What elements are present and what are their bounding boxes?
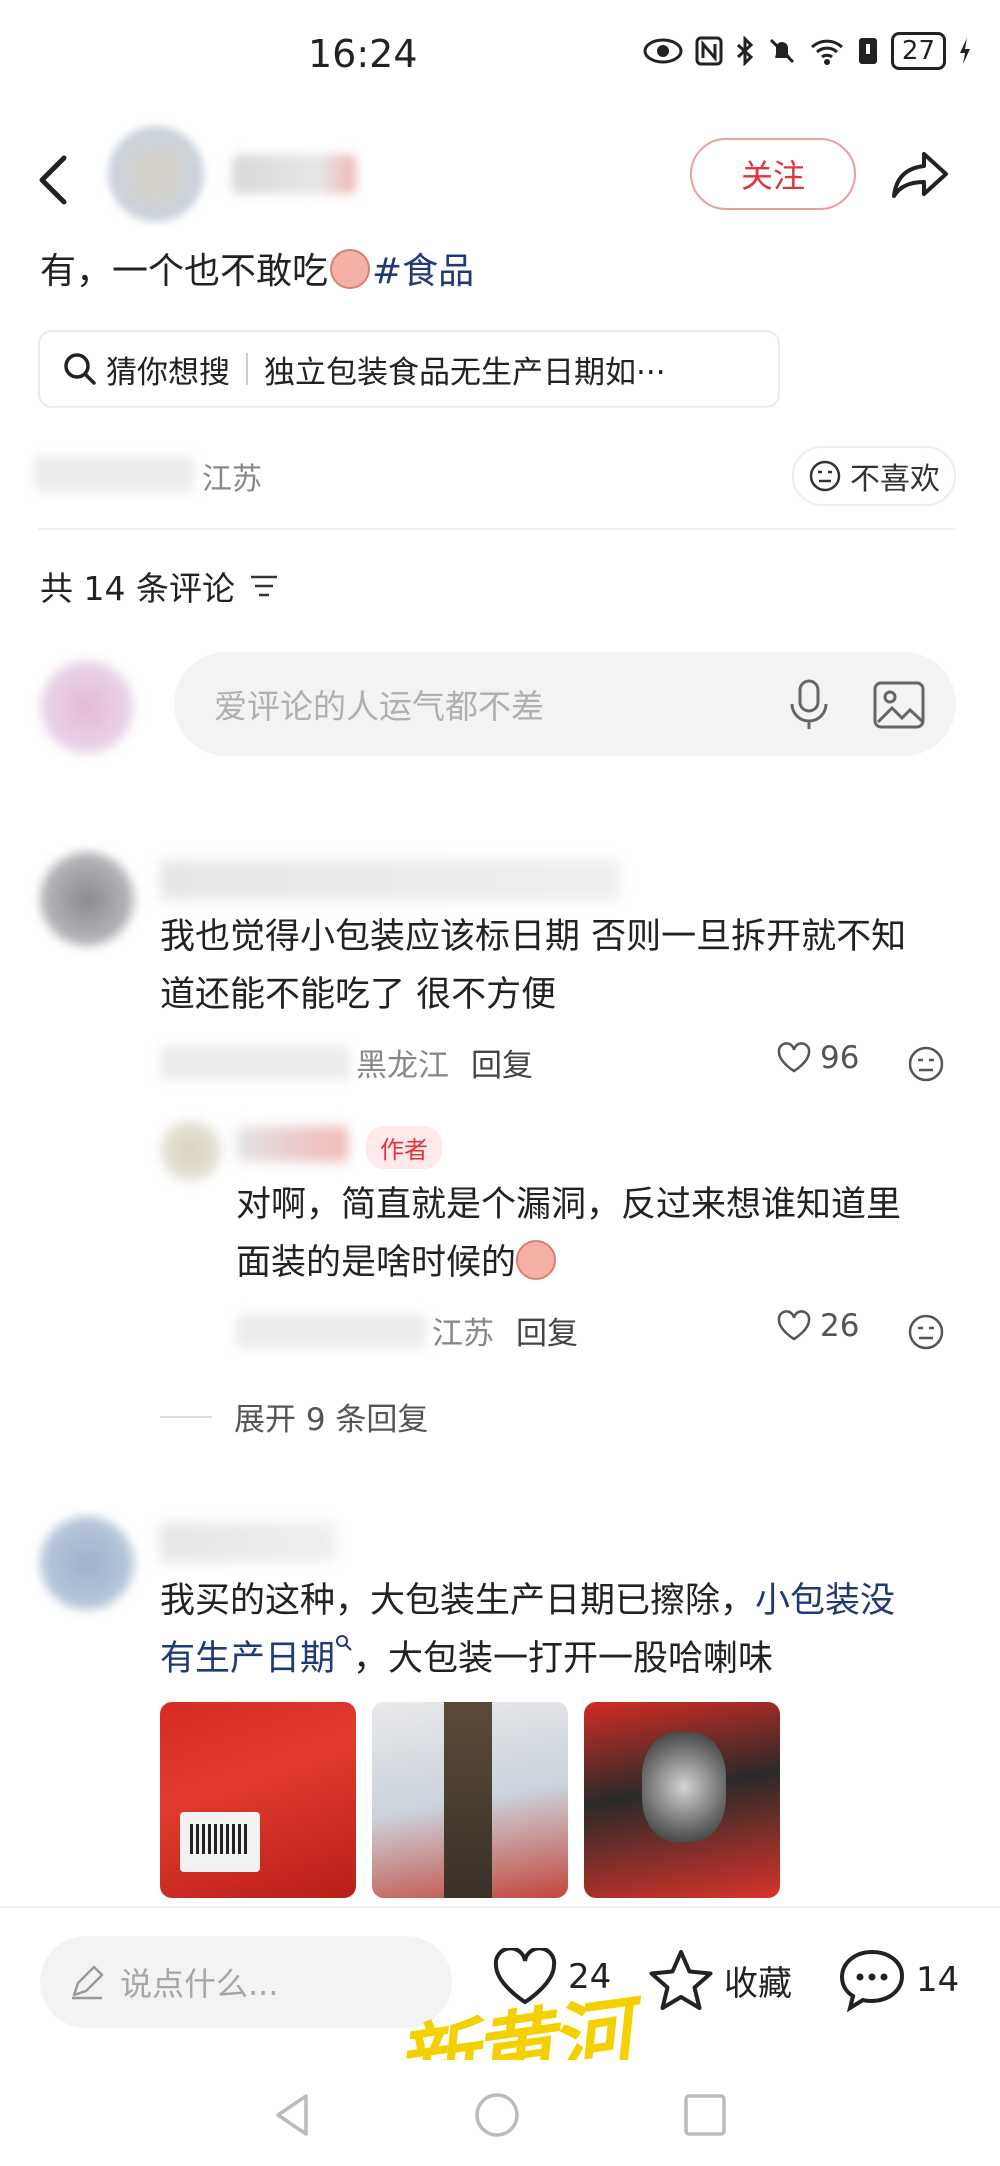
comment-text-segment: 我买的这种，大包装生产日期已擦除， [160,1581,756,1621]
author-reply-avatar[interactable] [160,1120,222,1182]
divider [246,353,248,385]
star-icon [649,1950,713,2010]
dislike-label: 不喜欢 [850,462,940,497]
reply-text: 对啊，简直就是个漏洞，反过来想谁知道里 面装的是啥时候的 [236,1176,901,1292]
system-home-icon[interactable] [472,2090,522,2140]
wifi-icon [810,39,843,65]
system-navigation-bar [0,2060,1000,2166]
status-bar: 16:24 27 [0,0,1000,110]
collect-button[interactable]: 收藏 [648,1948,792,2012]
post-text: 有，一个也不敢吃 [40,251,329,292]
face-emoji-icon [330,249,371,289]
reply-text-line: 对啊，简直就是个漏洞，反过来想谁知道里 [236,1185,902,1225]
bluetooth-icon [736,36,754,66]
comment-text: 我也觉得小包装应该标日期 否则一旦拆开就不知 道还能不能吃了 很不方便 [160,908,906,1024]
comment-dislike-icon[interactable] [906,1044,946,1084]
comments-header[interactable]: 共 14 条评论 [40,562,279,610]
microphone-icon[interactable] [784,678,834,732]
heart-icon [777,1042,811,1073]
search-suggestion[interactable]: 猜你想搜 独立包装食品无生产日期如··· [38,330,780,408]
reply-button[interactable]: 回复 [516,1308,578,1353]
sim-icon [858,38,877,64]
reply-text-segment: 面装的是啥时候的 [236,1243,517,1283]
heart-icon [777,1310,811,1341]
comment-input-placeholder: 爱评论的人运气都不差 [214,687,544,726]
search-icon [64,353,96,385]
comment-text: 我买的这种，大包装生产日期已擦除，小包装没 有生产日期 ，大包装一打开一股哈喇味 [160,1572,895,1688]
system-back-icon[interactable] [268,2090,318,2140]
collect-label: 收藏 [724,1963,792,2004]
sort-icon[interactable] [249,573,279,599]
search-hint-label: 猜你想搜 [106,354,230,391]
comment-text-line: 我买的这种，大包装生产日期已擦除，小包装没 [160,1572,895,1630]
comment-photo[interactable] [160,1702,356,1898]
share-icon[interactable] [888,142,954,208]
reply-meta: 江苏 回复 [236,1308,578,1353]
author-avatar[interactable] [108,126,204,222]
comment-text-segment: ，大包装一打开一股哈喇味 [353,1639,774,1679]
comment-like-button[interactable]: 96 [776,1040,859,1076]
expand-replies-button[interactable]: 展开 9 条回复 [160,1394,428,1439]
author-reply-name-redacted[interactable] [236,1126,348,1162]
search-keyword-link[interactable]: 小包装没 [755,1581,895,1621]
comment-photo[interactable] [372,1702,568,1898]
post-location: 江苏 [202,462,262,497]
status-icons: 27 [643,32,972,70]
like-count: 96 [820,1040,860,1076]
expand-line [160,1415,212,1418]
say-input-placeholder: 说点什么... [120,1965,279,2003]
dislike-button[interactable]: 不喜欢 [792,446,956,506]
post-meta: 江苏 不喜欢 [0,440,1000,510]
post-date-redacted [34,456,194,492]
comment-button[interactable]: 14 [838,1948,959,2012]
battery-indicator: 27 [890,32,946,70]
comment-text-line: 道还能不能吃了 很不方便 [160,975,557,1015]
post-comment-count: 14 [916,1960,960,2000]
mute-icon [769,38,794,64]
pencil-icon [72,1965,104,2000]
follow-button[interactable]: 关注 [690,138,856,210]
system-recents-icon[interactable] [680,2090,730,2140]
hashtag-link[interactable]: #食品 [372,251,474,292]
section-divider [38,528,956,530]
commenter-name-redacted[interactable] [160,1522,336,1562]
charging-icon [960,38,970,64]
chat-bubble-icon [839,1949,905,2012]
nfc-icon [695,36,723,66]
reply-location: 江苏 [432,1316,494,1352]
search-hint-query: 独立包装食品无生产日期如··· [264,354,666,391]
reply-text-line: 面装的是啥时候的 [236,1234,901,1292]
comment-meta: 黑龙江 回复 [160,1040,533,1085]
post-text-tail: 有，一个也不敢吃 #食品 [40,242,474,294]
commenter-avatar[interactable] [40,1516,134,1610]
comment-date-redacted [160,1045,350,1080]
back-arrow-icon[interactable] [30,150,80,210]
comments-count: 共 14 条评论 [40,569,235,608]
reply-button[interactable]: 回复 [471,1040,533,1085]
unhappy-face-icon [809,460,841,492]
reply-dislike-icon[interactable] [906,1312,946,1352]
comment-text-line: 有生产日期 ，大包装一打开一股哈喇味 [160,1630,895,1688]
image-icon[interactable] [872,678,926,732]
comment-input[interactable]: 爱评论的人运气都不差 [174,652,956,756]
reply-like-button[interactable]: 26 [776,1308,859,1344]
cry-emoji-icon [516,1240,557,1280]
status-time: 16:24 [308,32,418,76]
author-badge: 作者 [366,1126,442,1169]
commenter-avatar[interactable] [40,852,134,946]
comment-location: 黑龙江 [356,1048,449,1084]
my-avatar [40,660,134,754]
comment-photo[interactable] [584,1702,780,1898]
reply-date-redacted [236,1313,426,1348]
eye-icon [643,38,683,64]
search-keyword-link[interactable]: 有生产日期 [160,1639,335,1679]
author-name-redacted[interactable] [232,154,356,194]
like-count: 26 [820,1308,860,1344]
expand-replies-label: 展开 9 条回复 [234,1402,429,1438]
comment-text-line: 我也觉得小包装应该标日期 否则一旦拆开就不知 [160,917,907,957]
comment-photos [160,1702,780,1898]
search-small-icon [336,1635,352,1651]
commenter-name-redacted[interactable] [160,860,620,900]
